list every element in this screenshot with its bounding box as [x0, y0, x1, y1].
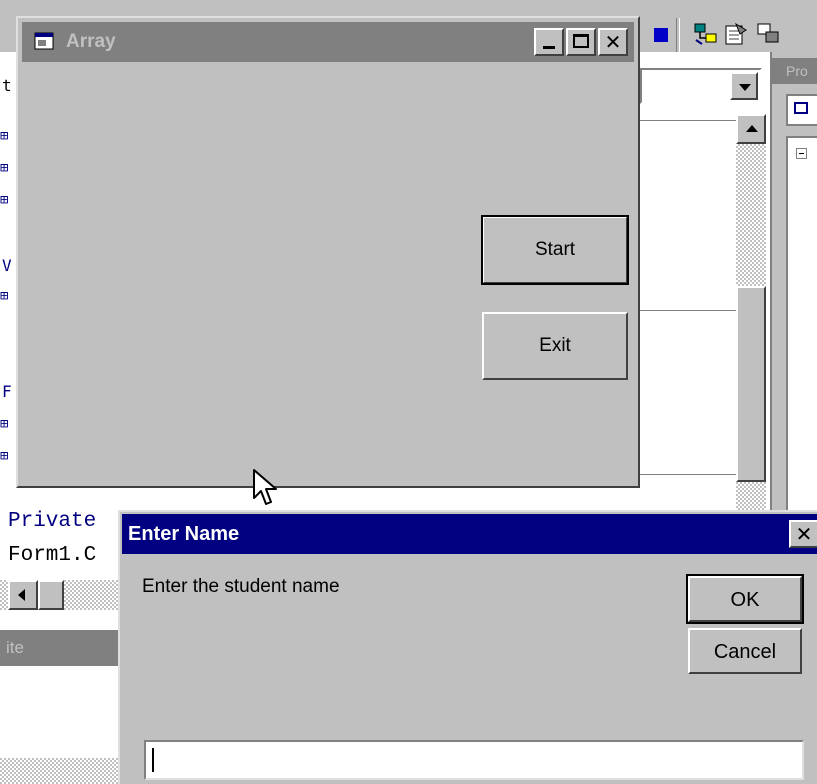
expand-marker-icon: ⊞ [0, 448, 9, 464]
exit-button[interactable]: Exit [482, 312, 628, 380]
dialog-prompt: Enter the student name [142, 576, 340, 597]
maximize-button[interactable] [566, 28, 596, 56]
form-icon [34, 32, 54, 50]
start-button[interactable]: Start [481, 215, 629, 285]
scrollbar-track [0, 758, 122, 784]
dialog-title: Enter Name [128, 523, 240, 545]
code-line: Form1.C [8, 544, 97, 567]
object-combo[interactable] [786, 94, 817, 126]
code-vertical-scrollbar[interactable] [736, 114, 766, 514]
code-fragment: V [2, 256, 12, 275]
input-box-dialog: Enter Name ✕ Enter the student name OK C… [118, 510, 817, 784]
code-editor[interactable] [640, 108, 736, 478]
scroll-up-icon[interactable] [736, 114, 766, 144]
immediate-title: ite [0, 630, 122, 666]
array-form-window: Array ✕ Start Exit [16, 16, 640, 488]
code-divider [640, 310, 736, 311]
code-fragment: F [2, 382, 12, 401]
properties-title: Pro [772, 58, 817, 84]
cancel-button[interactable]: Cancel [688, 628, 802, 674]
form-layout-icon[interactable] [754, 20, 782, 48]
expand-marker-icon: ⊞ [0, 192, 9, 208]
form-icon [794, 102, 808, 114]
properties-list[interactable] [786, 136, 817, 512]
procedure-combo[interactable] [640, 68, 762, 104]
stop-button-icon[interactable] [654, 28, 668, 42]
code-line: Private [8, 510, 97, 533]
expand-marker-icon: ⊞ [0, 128, 9, 144]
dialog-close-button[interactable]: ✕ [789, 520, 817, 548]
scroll-thumb[interactable] [38, 580, 64, 610]
array-titlebar[interactable]: Array ✕ [22, 22, 634, 62]
student-name-input[interactable] [144, 740, 804, 780]
vb-ide-screen: t ⊞ ⊞ ⊞ V ⊞ F ⊞ ⊞ Pro Private Form1.C it… [0, 0, 817, 784]
scroll-left-icon[interactable] [8, 580, 38, 610]
toolbar-separator [676, 18, 680, 52]
code-divider [640, 474, 736, 475]
ok-button[interactable]: OK [686, 574, 804, 624]
minimize-button[interactable] [534, 28, 564, 56]
expand-marker-icon: ⊞ [0, 160, 9, 176]
window-title: Array [66, 31, 116, 52]
properties-panel: Pro [770, 52, 817, 512]
chevron-down-icon[interactable] [730, 72, 758, 100]
mouse-cursor-icon [253, 469, 277, 505]
close-icon: ✕ [795, 522, 813, 546]
close-icon: ✕ [604, 30, 622, 54]
close-button[interactable]: ✕ [598, 28, 628, 56]
dialog-titlebar[interactable]: Enter Name ✕ [122, 514, 817, 554]
scroll-thumb[interactable] [736, 286, 766, 482]
project-explorer-icon[interactable] [692, 20, 720, 48]
text-caret [152, 748, 154, 772]
code-fragment: t [2, 76, 12, 95]
code-horizontal-scrollbar[interactable] [0, 580, 122, 610]
collapse-icon[interactable] [796, 148, 807, 159]
expand-marker-icon: ⊞ [0, 416, 9, 432]
properties-window-icon[interactable] [722, 20, 750, 48]
code-divider [640, 120, 736, 121]
expand-marker-icon: ⊞ [0, 288, 9, 304]
